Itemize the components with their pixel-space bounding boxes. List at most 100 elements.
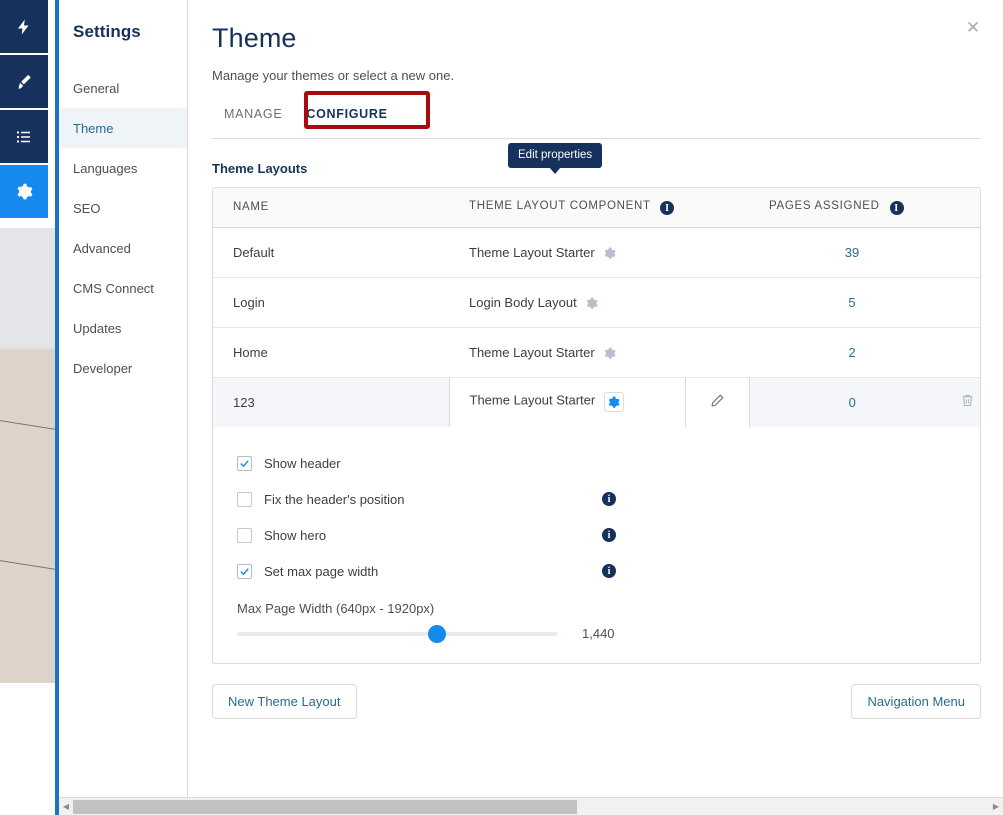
property-show-header[interactable]: Show header (237, 445, 980, 481)
sidebar-item-label: General (73, 80, 120, 96)
sidebar-item-updates[interactable]: Updates (59, 308, 187, 348)
cell-component: Theme Layout Starter (449, 327, 750, 378)
component-label: Theme Layout Starter (469, 392, 596, 408)
checkbox-show-header[interactable] (237, 455, 252, 471)
gear-icon[interactable] (603, 247, 616, 260)
checkbox-show-hero[interactable] (237, 527, 252, 543)
pages-assigned-link[interactable]: 2 (848, 345, 855, 360)
settings-sidebar: Settings General Theme Languages SEO Adv… (59, 0, 188, 797)
cell-pages: 5 (749, 277, 956, 328)
slider-thumb[interactable] (428, 624, 446, 643)
pages-assigned-link[interactable]: 5 (848, 295, 855, 310)
cell-actions (955, 227, 980, 278)
rail-item-lightning[interactable] (0, 0, 48, 53)
close-icon[interactable]: ✕ (963, 17, 983, 37)
gear-icon-active[interactable] (603, 392, 624, 413)
pages-assigned-link[interactable]: 39 (845, 245, 859, 260)
sidebar-title: Settings (73, 22, 141, 41)
info-icon[interactable]: i (889, 201, 904, 215)
checkbox-set-max-page-width[interactable] (237, 563, 252, 579)
table-row[interactable]: Login Login Body Layout 5 (213, 277, 980, 328)
cell-component: Theme Layout Starter (448, 377, 686, 427)
column-header-pages[interactable]: PAGES ASSIGNED i (749, 188, 980, 228)
cell-actions (955, 377, 980, 427)
sidebar-item-theme[interactable]: Theme (59, 108, 187, 148)
lightning-icon (15, 18, 33, 36)
scroll-right-arrow-icon[interactable]: ▶ (989, 798, 1003, 815)
scrollbar-trough[interactable] (73, 799, 989, 814)
tab-manage[interactable]: MANAGE (212, 103, 294, 133)
property-label: Fix the header's position (264, 491, 405, 507)
sidebar-item-languages[interactable]: Languages (59, 148, 187, 188)
property-show-hero[interactable]: Show hero i (237, 517, 980, 553)
cell-component: Theme Layout Starter (449, 227, 750, 278)
info-icon[interactable]: i (602, 492, 616, 506)
gear-icon[interactable] (585, 297, 598, 310)
table-row[interactable]: Default Theme Layout Starter 39 (213, 227, 980, 278)
page-subtitle: Manage your themes or select a new one. (212, 68, 455, 83)
cell-pages: 0 (749, 377, 956, 427)
layout-properties-panel: Show header Fix the header's position i (213, 427, 980, 663)
property-set-max-page-width[interactable]: Set max page width i (237, 553, 980, 589)
sidebar-item-seo[interactable]: SEO (59, 188, 187, 228)
background-photo (0, 228, 58, 683)
sidebar-item-label: Advanced (73, 240, 131, 256)
table-row[interactable]: Home Theme Layout Starter 2 (213, 327, 980, 378)
trash-icon[interactable] (960, 393, 975, 408)
theme-layouts-card: NAME THEME LAYOUT COMPONENT i PAGES ASSI… (212, 143, 981, 664)
tab-configure[interactable]: CONFIGURE (294, 103, 399, 133)
footer-buttons: New Theme Layout Navigation Menu (212, 684, 981, 719)
cell-actions (955, 327, 980, 378)
info-icon[interactable]: i (602, 564, 616, 578)
info-icon[interactable]: i (602, 528, 616, 542)
scrollbar-thumb[interactable] (73, 799, 577, 814)
slider-track[interactable] (237, 624, 557, 643)
sidebar-item-general[interactable]: General (59, 68, 187, 108)
rail-item-pages[interactable] (0, 110, 48, 163)
info-icon[interactable]: i (660, 201, 675, 215)
sidebar-item-cms-connect[interactable]: CMS Connect (59, 268, 187, 308)
rail-item-settings[interactable] (0, 165, 48, 218)
modal-body: Settings General Theme Languages SEO Adv… (59, 0, 1003, 797)
pencil-icon[interactable] (710, 393, 725, 408)
slider-label: Max Page Width (640px - 1920px) (237, 601, 435, 616)
gear-icon (15, 183, 33, 201)
checkbox-fix-header-position[interactable] (237, 491, 252, 507)
component-label: Theme Layout Starter (469, 244, 595, 260)
page-title: Theme (212, 23, 297, 53)
table-header-row: NAME THEME LAYOUT COMPONENT i PAGES ASSI… (213, 188, 980, 228)
cell-component: Login Body Layout (449, 277, 750, 328)
column-header-name[interactable]: NAME (213, 188, 449, 228)
cell-actions (955, 277, 980, 328)
component-label: Login Body Layout (469, 294, 577, 310)
column-header-label: PAGES ASSIGNED (769, 199, 880, 212)
cell-edit (685, 377, 750, 427)
pages-assigned-link[interactable]: 0 (849, 395, 856, 410)
new-theme-layout-button[interactable]: New Theme Layout (212, 684, 357, 719)
horizontal-scrollbar[interactable]: ◀ ▶ (59, 797, 1003, 815)
sidebar-item-label: CMS Connect (73, 280, 154, 296)
property-label: Set max page width (264, 563, 379, 579)
settings-modal: Settings General Theme Languages SEO Adv… (55, 0, 1003, 815)
cell-pages: 39 (749, 227, 956, 278)
brush-icon (15, 73, 33, 91)
rail-item-brush[interactable] (0, 55, 48, 108)
list-icon (15, 128, 33, 146)
cell-name: Default (213, 227, 449, 278)
slider-value: 1,440 (582, 626, 615, 641)
sidebar-item-advanced[interactable]: Advanced (59, 228, 187, 268)
settings-content: ✕ Theme Manage your themes or select a n… (188, 0, 1003, 797)
sidebar-item-label: Developer (73, 360, 133, 376)
tooltip-edit-properties: Edit properties (508, 143, 603, 174)
cell-name: 123 (213, 377, 449, 427)
scroll-left-arrow-icon[interactable]: ◀ (59, 798, 73, 815)
gear-icon[interactable] (603, 347, 616, 360)
column-header-label: THEME LAYOUT COMPONENT (469, 199, 651, 212)
property-fix-header-position[interactable]: Fix the header's position i (237, 481, 980, 517)
sidebar-item-developer[interactable]: Developer (59, 348, 187, 388)
navigation-menu-button[interactable]: Navigation Menu (851, 684, 981, 719)
cell-name: Home (213, 327, 449, 378)
column-header-component[interactable]: THEME LAYOUT COMPONENT i (449, 188, 750, 228)
table-row-selected[interactable]: 123 Theme Layout Starter 0 (213, 377, 980, 427)
max-page-width-slider: 1,440 (237, 624, 980, 643)
